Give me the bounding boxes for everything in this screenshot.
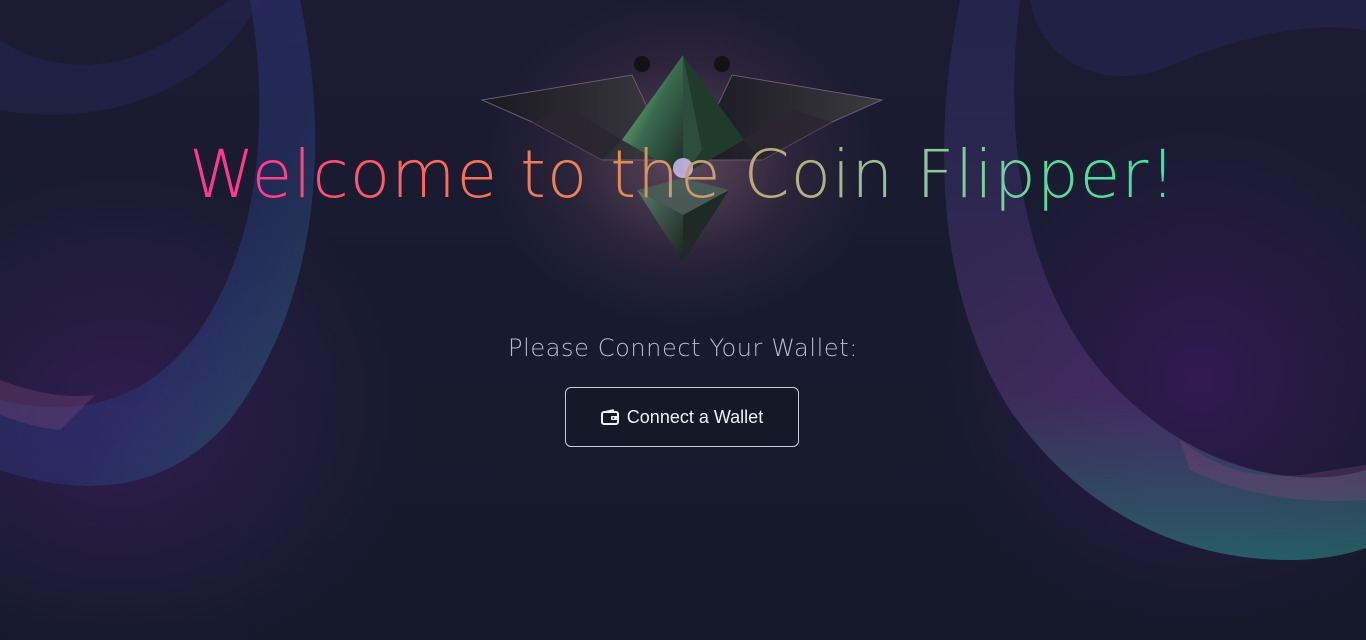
connect-prompt: Please Connect Your Wallet: [508,334,858,362]
connect-wallet-label: Connect a Wallet [626,406,764,427]
page-title: Welcome to the Coin Flipper! [0,132,1366,218]
wallet-icon [600,409,619,425]
landing-page: Welcome to the Coin Flipper! Please Conn… [0,0,1366,640]
connect-wallet-button[interactable]: Connect a Wallet [565,387,799,447]
